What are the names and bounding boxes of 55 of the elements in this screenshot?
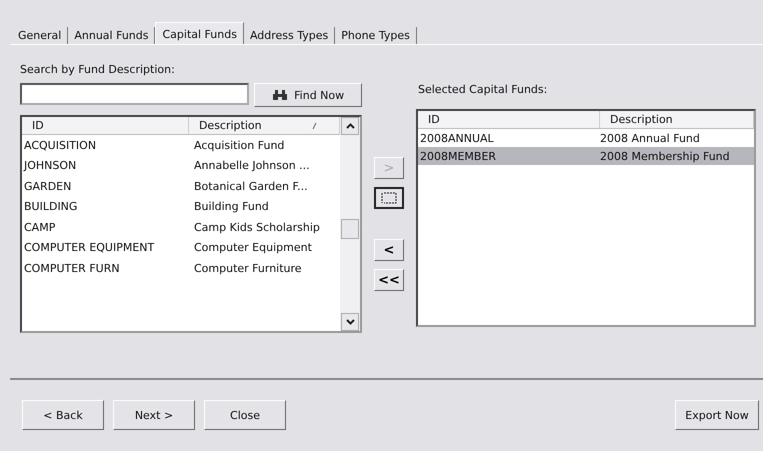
- table-cell-text: GARDEN: [23, 180, 72, 193]
- column-header[interactable]: ID: [22, 117, 189, 135]
- find-now-button[interactable]: Find Now: [254, 83, 362, 107]
- tab[interactable]: General: [12, 27, 68, 44]
- table-cell-text: Building Fund: [193, 200, 270, 214]
- table-cell-text: COMPUTER EQUIPMENT: [23, 241, 156, 254]
- table-cell-text: Annabelle Johnson ...: [193, 159, 311, 172]
- table-cell-text: Acquisition Fund: [193, 138, 286, 152]
- column-header[interactable]: Description: [188, 117, 340, 135]
- list-row[interactable]: 2008ANNUAL 2008 Annual Fund: [418, 129, 754, 147]
- tab[interactable]: Phone Types: [335, 27, 417, 44]
- transfer-button[interactable]: <<: [374, 269, 404, 291]
- table-cell-text: Computer Equipment: [193, 241, 313, 254]
- search-field[interactable]: [20, 83, 250, 105]
- tab[interactable]: Address Types: [244, 27, 336, 44]
- list-row[interactable]: CAMP Camp Kids Scholarship: [22, 217, 340, 238]
- table-cell-text: 2008 Annual Fund: [599, 132, 701, 144]
- scrollbar[interactable]: [340, 117, 360, 331]
- search-label: Search by Fund Description:: [20, 63, 176, 77]
- list-row[interactable]: 2008MEMBER 2008 Membership Fund: [418, 147, 754, 165]
- scroll-down-button[interactable]: [341, 313, 359, 331]
- table-cell-text: CAMP: [23, 220, 56, 234]
- table-cell-text: Computer Furniture: [193, 262, 303, 275]
- list-row[interactable]: BUILDING Building Fund: [22, 196, 340, 217]
- list-row[interactable]: COMPUTER FURN Computer Furniture: [22, 258, 340, 278]
- binoculars-icon: [272, 89, 288, 101]
- tab[interactable]: Capital Funds: [155, 22, 244, 44]
- table-cell-text: 2008 Membership Fund: [599, 150, 731, 162]
- footer-button[interactable]: < Back: [22, 400, 104, 430]
- list-row[interactable]: GARDEN Botanical Garden F...: [22, 176, 340, 196]
- table-cell-text: COMPUTER FURN: [23, 262, 121, 275]
- table-cell-text: 2008MEMBER: [419, 150, 498, 162]
- table-cell-text: 2008ANNUAL: [419, 132, 495, 144]
- table-cell-text: ACQUISITION: [23, 138, 98, 152]
- chevron-down-icon: [346, 319, 354, 325]
- list-row[interactable]: JOHNSON Annabelle Johnson ...: [22, 156, 340, 176]
- table-cell-text: JOHNSON: [22, 159, 78, 172]
- list-row[interactable]: COMPUTER EQUIPMENT Computer Equipment: [22, 238, 340, 258]
- column-header[interactable]: Description: [600, 111, 754, 129]
- selected-funds-label: Selected Capital Funds:: [418, 83, 548, 97]
- export-now-button[interactable]: Export Now: [675, 400, 759, 430]
- table-cell-text: Botanical Garden F...: [193, 180, 309, 193]
- swap-icon: [380, 191, 398, 205]
- sort-indicator-icon: [312, 122, 317, 130]
- swap-button[interactable]: [374, 187, 404, 209]
- list-row[interactable]: ACQUISITION Acquisition Fund: [22, 135, 340, 156]
- table-cell-text: BUILDING: [23, 200, 78, 214]
- scroll-thumb[interactable]: [341, 219, 359, 239]
- footer-button[interactable]: Next >: [113, 400, 195, 430]
- transfer-button[interactable]: <: [374, 239, 404, 261]
- chevron-up-icon: [346, 123, 354, 129]
- column-header[interactable]: ID: [418, 111, 600, 129]
- scroll-up-button[interactable]: [341, 117, 359, 135]
- table-cell-text: Camp Kids Scholarship: [193, 220, 321, 234]
- footer-button[interactable]: Close: [204, 400, 286, 430]
